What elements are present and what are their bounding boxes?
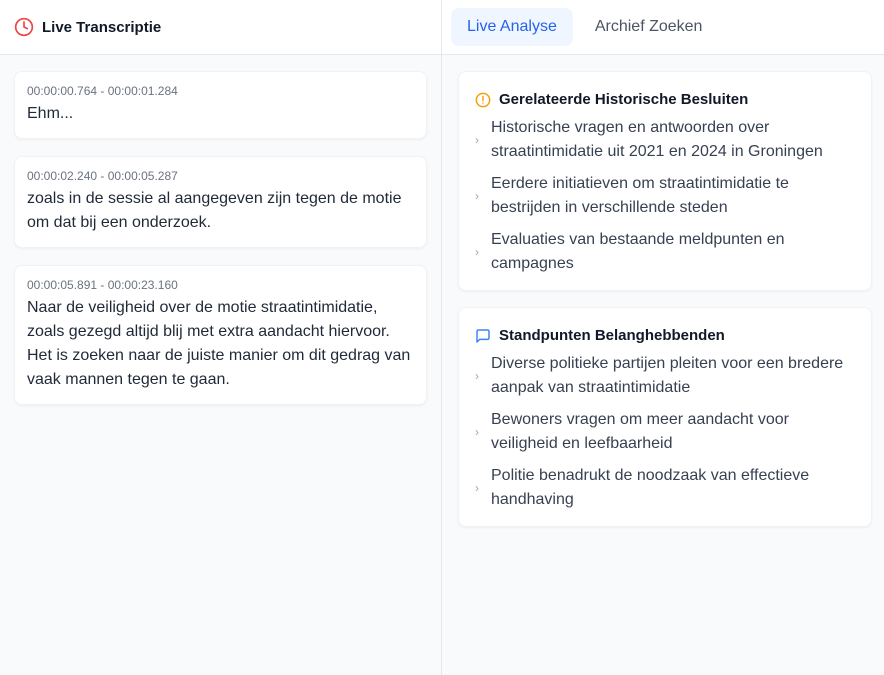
segment-timestamp: 00:00:02.240 - 00:00:05.287 <box>27 169 178 183</box>
list-item-text: Eerdere initiatieven om straatintimidati… <box>491 175 789 216</box>
chevron-right-icon: › <box>475 189 479 203</box>
chevron-right-icon: › <box>475 133 479 147</box>
analysis-panels: Gerelateerde Historische Besluiten › His… <box>442 55 884 527</box>
list-item-text: Diverse politieke partijen pleiten voor … <box>491 355 844 396</box>
alert-circle-icon <box>475 92 491 108</box>
panel-title: Standpunten Belanghebbenden <box>499 327 725 344</box>
transcript-segment: 00:00:05.891 - 00:00:23.160 Naar de veil… <box>14 265 427 405</box>
segment-timestamp: 00:00:05.891 - 00:00:23.160 <box>27 278 178 292</box>
list-item[interactable]: › Historische vragen en antwoorden over … <box>475 116 855 164</box>
segment-text: zoals in de sessie al aangegeven zijn te… <box>27 190 402 231</box>
segment-text: Naar de veiligheid over de motie straati… <box>27 299 411 388</box>
tab-live-analyse[interactable]: Live Analyse <box>451 8 573 46</box>
panel-title: Gerelateerde Historische Besluiten <box>499 91 749 108</box>
message-square-icon <box>475 328 491 344</box>
list-item[interactable]: › Bewoners vragen om meer aandacht voor … <box>475 408 855 456</box>
stakeholder-positions-panel: Standpunten Belanghebbenden › Diverse po… <box>458 307 872 527</box>
app-layout: Live Transcriptie 00:00:00.764 - 00:00:0… <box>0 0 884 675</box>
segment-timestamp: 00:00:00.764 - 00:00:01.284 <box>27 84 178 98</box>
transcript-pane: Live Transcriptie 00:00:00.764 - 00:00:0… <box>0 0 442 675</box>
tab-archief-zoeken[interactable]: Archief Zoeken <box>579 8 719 46</box>
list-item[interactable]: › Diverse politieke partijen pleiten voo… <box>475 352 855 400</box>
list-item[interactable]: › Eerdere initiatieven om straatintimida… <box>475 172 855 220</box>
list-item-text: Politie benadrukt de noodzaak van effect… <box>491 467 810 508</box>
transcript-list: 00:00:00.764 - 00:00:01.284 Ehm... 00:00… <box>0 55 441 405</box>
list-item[interactable]: › Politie benadrukt de noodzaak van effe… <box>475 464 855 512</box>
panel-header: Standpunten Belanghebbenden <box>475 327 855 344</box>
list-item-text: Evaluaties van bestaande meldpunten en c… <box>491 231 785 272</box>
panel-header: Gerelateerde Historische Besluiten <box>475 91 855 108</box>
chevron-right-icon: › <box>475 245 479 259</box>
transcript-header: Live Transcriptie <box>0 0 441 55</box>
tab-bar: Live Analyse Archief Zoeken <box>442 0 884 55</box>
chevron-right-icon: › <box>475 481 479 495</box>
transcript-segment: 00:00:02.240 - 00:00:05.287 zoals in de … <box>14 156 427 248</box>
list-item-text: Historische vragen en antwoorden over st… <box>491 119 823 160</box>
transcript-title: Live Transcriptie <box>42 18 162 36</box>
list-item-text: Bewoners vragen om meer aandacht voor ve… <box>491 411 789 452</box>
analysis-pane: Live Analyse Archief Zoeken Gerelateerde… <box>442 0 884 675</box>
chevron-right-icon: › <box>475 425 479 439</box>
transcript-segment: 00:00:00.764 - 00:00:01.284 Ehm... <box>14 71 427 139</box>
segment-text: Ehm... <box>27 105 74 122</box>
chevron-right-icon: › <box>475 369 479 383</box>
clock-icon <box>14 17 34 37</box>
list-item[interactable]: › Evaluaties van bestaande meldpunten en… <box>475 228 855 276</box>
historical-decisions-panel: Gerelateerde Historische Besluiten › His… <box>458 71 872 291</box>
